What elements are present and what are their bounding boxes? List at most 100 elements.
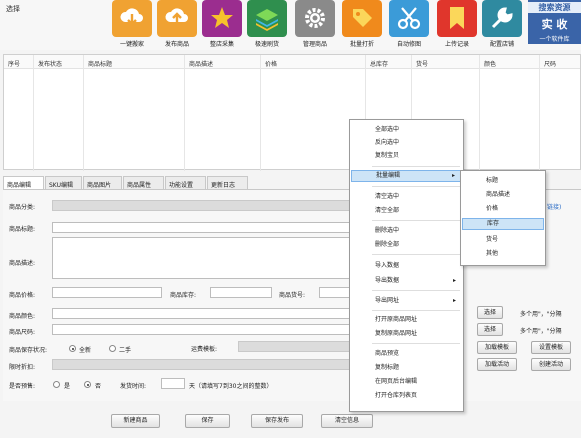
shipping-template-field[interactable] [238,341,352,352]
menu-separator [372,343,460,344]
category-label: 商品分类: [9,204,36,211]
menu-item-import-data[interactable]: 导入数据 [351,260,462,272]
tab-product-images[interactable]: 商品图片 [83,176,122,189]
menu-item-preview[interactable]: 商品预览 [351,348,462,360]
price-label: 商品价格: [9,292,36,299]
gear-icon [295,0,335,37]
select-size-button[interactable]: 选择 [477,323,503,336]
condition-new-radio[interactable] [69,345,76,352]
load-template-button[interactable]: 加载模板 [477,341,517,354]
discount-field[interactable] [52,359,352,370]
tool-label: 配置店铺 [489,41,514,48]
menu-item-export-data[interactable]: 导出数据 ▸ [351,275,462,287]
column-label: 尺码 [544,61,557,68]
tab-feature-settings[interactable]: 功能设置 [165,176,206,189]
create-activity-button[interactable]: 创建活动 [531,358,571,371]
submenu-item-other[interactable]: 其他 [462,248,544,260]
submenu-item-stock[interactable]: 库存 [462,218,544,230]
quick-refresh-button[interactable]: 极速刷货 [247,0,287,50]
menu-item-delete-all[interactable]: 删除全部 [351,239,462,251]
new-product-button[interactable]: 新建商品 [111,414,160,428]
size-input[interactable] [52,324,352,335]
description-textarea[interactable] [52,237,352,279]
column-label: 序号 [8,61,21,68]
tool-label: 自动修图 [396,41,421,48]
batch-discount-button[interactable]: 批量打折 [342,0,382,50]
size-label: 商品尺码: [9,329,36,336]
tool-label: 整店采集 [209,41,234,48]
column-label: 商品标题 [88,61,113,68]
load-activity-button[interactable]: 加载活动 [477,358,517,371]
manage-products-button[interactable]: 管理商品 [295,0,335,50]
column-label: 总库存 [370,61,389,68]
title-label: 商品标题: [9,226,36,233]
menu-item-open-warehouse[interactable]: 打开仓库列表页 [351,390,462,402]
column-header[interactable]: 颜色 [480,55,540,171]
ship-time-input[interactable] [161,378,185,389]
stock-input[interactable] [210,287,272,298]
multi-separator-hint: 多个用"，"分隔 [520,328,562,335]
column-header[interactable]: 尺码 [540,55,580,171]
column-label: 货号 [416,61,429,68]
menu-item-invert-selection[interactable]: 反向选中 [351,137,462,149]
auto-retouch-button[interactable]: 自动修图 [389,0,429,50]
price-input[interactable] [52,287,162,298]
star-icon [202,0,242,37]
presale-no-radio[interactable] [84,381,91,388]
clear-info-button[interactable]: 清空信息 [321,414,373,428]
tab-sku-edit[interactable]: SKU编辑 [45,176,82,189]
column-label: 商品描述 [189,61,214,68]
submenu-item-price[interactable]: 价格 [462,203,544,215]
product-table[interactable]: 序号 发布状态 商品标题 商品描述 价格 总库存 货号 颜色 尺码 [3,54,581,171]
submenu-item-description[interactable]: 商品描述 [462,189,544,201]
menu-item-select-all[interactable]: 全部选中 [351,124,462,136]
ship-time-label: 发货时间: [120,383,147,390]
save-publish-button[interactable]: 保存发布 [251,414,303,428]
column-header[interactable]: 商品标题 [84,55,185,171]
menu-item-edit-in-web[interactable]: 在网页后台编辑 [351,376,462,388]
tool-label: 一键搬家 [119,41,144,48]
menu-separator [372,166,460,167]
store-settings-button[interactable]: 配置店铺 [482,0,522,50]
menu-item-export-urls[interactable]: 导出网址 ▸ [351,295,462,307]
menu-item-copy-original-url[interactable]: 复制原商品网址 [351,328,462,340]
store-collect-button[interactable]: 整店采集 [202,0,242,50]
tool-label: 管理商品 [302,41,327,48]
upload-records-button[interactable]: 上传记录 [437,0,477,50]
tab-changelog[interactable]: 更新日志 [207,176,248,189]
one-click-move-button[interactable]: 一键搬家 [112,0,152,50]
menu-item-copy-title[interactable]: 复制标题 [351,362,462,374]
select-color-button[interactable]: 选择 [477,306,503,319]
menu-item-label: 导出数据 [375,277,400,284]
promo-banner[interactable]: 搜索资源 实 收 一个软件库 [528,0,581,44]
title-input[interactable] [52,222,352,233]
menu-item-copy-product[interactable]: 复制宝贝 [351,150,462,162]
menu-item-batch-edit[interactable]: 批量编辑 ▸ [351,170,462,182]
submenu-item-sku[interactable]: 货号 [462,234,544,246]
menu-item-clear-all[interactable]: 清空全部 [351,205,462,217]
menu-item-open-original-url[interactable]: 打开原商品网址 [351,314,462,326]
app-label: 选择 [6,5,20,13]
layers-icon [247,0,287,37]
color-input[interactable] [52,308,352,319]
sku-label: 商品货号: [279,292,306,299]
tab-product-attributes[interactable]: 商品属性 [123,176,164,189]
column-label: 价格 [265,61,278,68]
condition-used-radio[interactable] [109,345,116,352]
submenu-item-title[interactable]: 标题 [462,175,544,187]
sku-input[interactable] [319,287,352,298]
save-button[interactable]: 保存 [185,414,230,428]
tab-product-edit[interactable]: 商品编辑 [3,176,44,189]
menu-item-delete-selected[interactable]: 删除选中 [351,225,462,237]
multi-separator-hint: 多个用"，"分隔 [520,311,562,318]
menu-item-clear-selected[interactable]: 清空选中 [351,191,462,203]
publish-product-button[interactable]: 发布商品 [157,0,197,50]
menu-separator [372,290,460,291]
category-field[interactable] [52,200,352,211]
column-header[interactable]: 发布状态 [34,55,84,171]
column-header[interactable]: 商品描述 [185,55,261,171]
link-hint[interactable]: 链接) [547,202,561,211]
column-header[interactable]: 序号 [4,55,34,171]
set-template-button[interactable]: 设置模板 [531,341,571,354]
presale-yes-radio[interactable] [53,381,60,388]
